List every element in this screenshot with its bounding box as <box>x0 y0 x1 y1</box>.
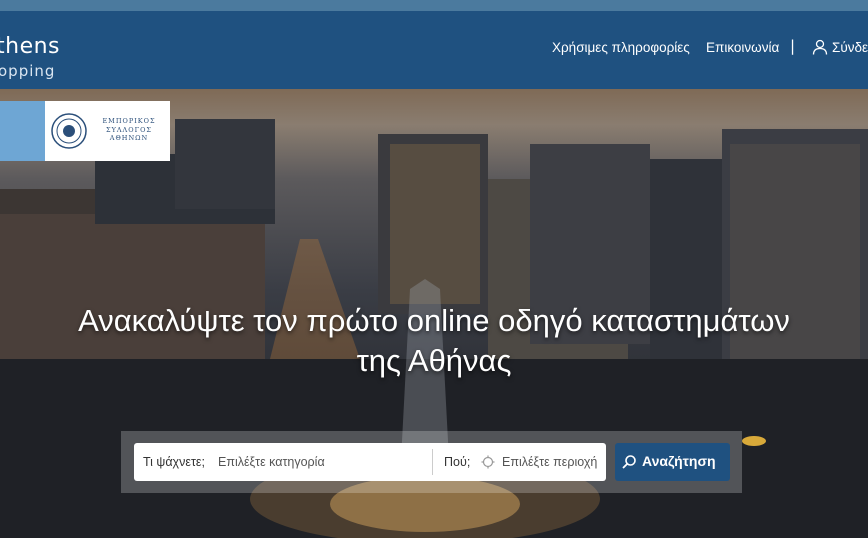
partner-logo-left-panel <box>0 101 45 161</box>
partner-logo[interactable]: ΕΜΠΟΡΙΚΟΣ ΣΥΛΛΟΓΟΣ ΑΘΗΝΩΝ <box>0 101 170 161</box>
search-divider <box>432 449 433 475</box>
what-label: Τι ψάχνετε; <box>143 455 205 469</box>
hero-headline-line1: Ανακαλύψτε τον πρώτο online οδηγό καταστ… <box>78 303 790 338</box>
search-button[interactable]: Αναζήτηση <box>615 443 730 481</box>
top-strip <box>0 0 868 11</box>
hero-section: ΕΜΠΟΡΙΚΟΣ ΣΥΛΛΟΓΟΣ ΑΘΗΝΩΝ Ανακαλύψτε τον… <box>0 89 868 538</box>
nav-contact[interactable]: Επικοινωνία <box>706 40 779 55</box>
partner-logo-text: ΕΜΠΟΡΙΚΟΣ ΣΥΛΛΟΓΟΣ ΑΘΗΝΩΝ <box>102 117 156 142</box>
seal-icon <box>51 113 87 149</box>
logo-subtext: opping <box>0 62 56 80</box>
nav-login[interactable]: Σύνδεση <box>832 40 868 55</box>
search-button-label: Αναζήτηση <box>642 453 716 469</box>
search-icon <box>622 455 636 469</box>
user-icon[interactable] <box>812 39 828 55</box>
nav-separator: | <box>790 37 796 55</box>
logo-text[interactable]: thens <box>0 34 60 59</box>
hero-headline-line2: της Αθήνας <box>356 343 512 378</box>
area-select[interactable]: Επιλέξτε περιοχή <box>502 455 597 469</box>
search-panel: Τι ψάχνετε; Επιλέξτε κατηγορία Πού; Επιλ… <box>121 431 742 493</box>
hero-headline: Ανακαλύψτε τον πρώτο online οδηγό καταστ… <box>0 301 868 381</box>
category-select[interactable]: Επιλέξτε κατηγορία <box>218 455 325 469</box>
search-box: Τι ψάχνετε; Επιλέξτε κατηγορία Πού; Επιλ… <box>134 443 606 481</box>
nav-useful-info[interactable]: Χρήσιμες πληροφορίες <box>552 40 690 55</box>
site-header: thens opping Χρήσιμες πληροφορίες Επικοι… <box>0 11 868 89</box>
location-target-icon <box>481 455 495 469</box>
where-label: Πού; <box>444 455 471 469</box>
